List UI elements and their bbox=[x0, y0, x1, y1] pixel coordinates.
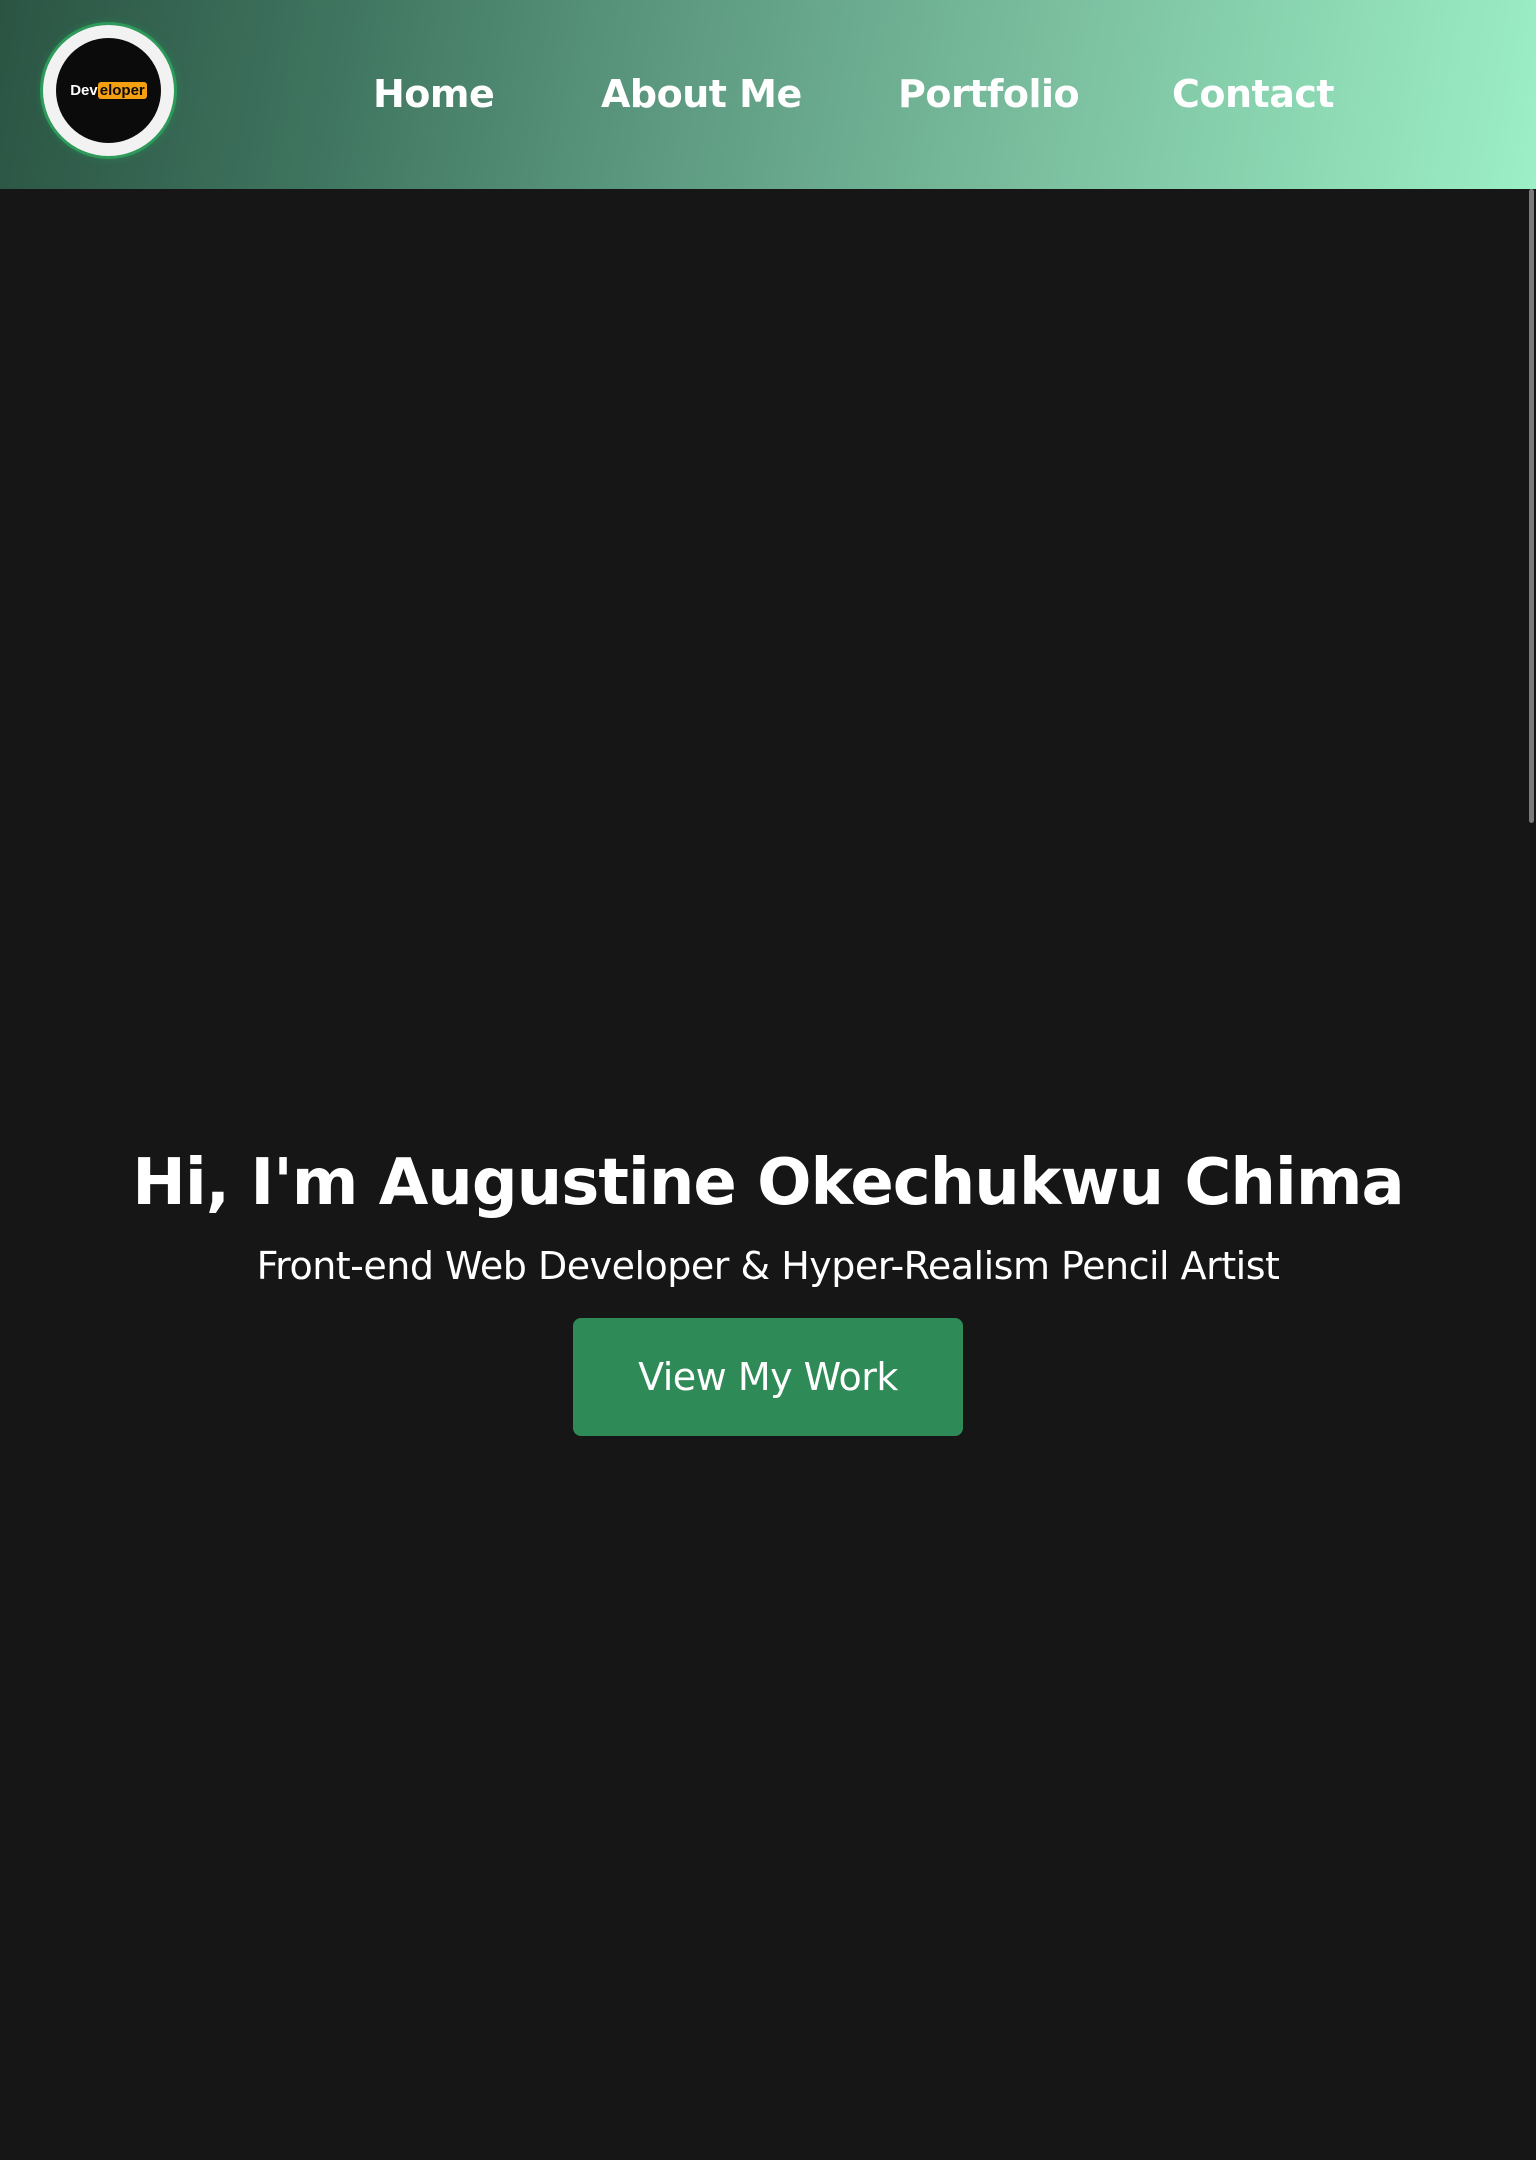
nav-link-contact[interactable]: Contact bbox=[1172, 66, 1335, 122]
view-my-work-button[interactable]: View My Work bbox=[573, 1318, 963, 1436]
main-nav: Home About Me Portfolio Contact bbox=[0, 0, 1536, 189]
nav-link-portfolio[interactable]: Portfolio bbox=[898, 66, 1080, 122]
scrollbar-thumb[interactable] bbox=[1529, 189, 1534, 823]
hero-section: Hi, I'm Augustine Okechukwu Chima Front-… bbox=[0, 1130, 1536, 1436]
hero-subtitle: Front-end Web Developer & Hyper-Realism … bbox=[256, 1244, 1280, 1288]
nav-link-about-me[interactable]: About Me bbox=[601, 66, 802, 122]
hero-title: Hi, I'm Augustine Okechukwu Chima bbox=[132, 1146, 1404, 1220]
top-navbar: Dev eloper Home About Me Portfolio Contac… bbox=[0, 0, 1536, 189]
page: Dev eloper Home About Me Portfolio Contac… bbox=[0, 0, 1536, 2160]
nav-link-home[interactable]: Home bbox=[373, 66, 495, 122]
